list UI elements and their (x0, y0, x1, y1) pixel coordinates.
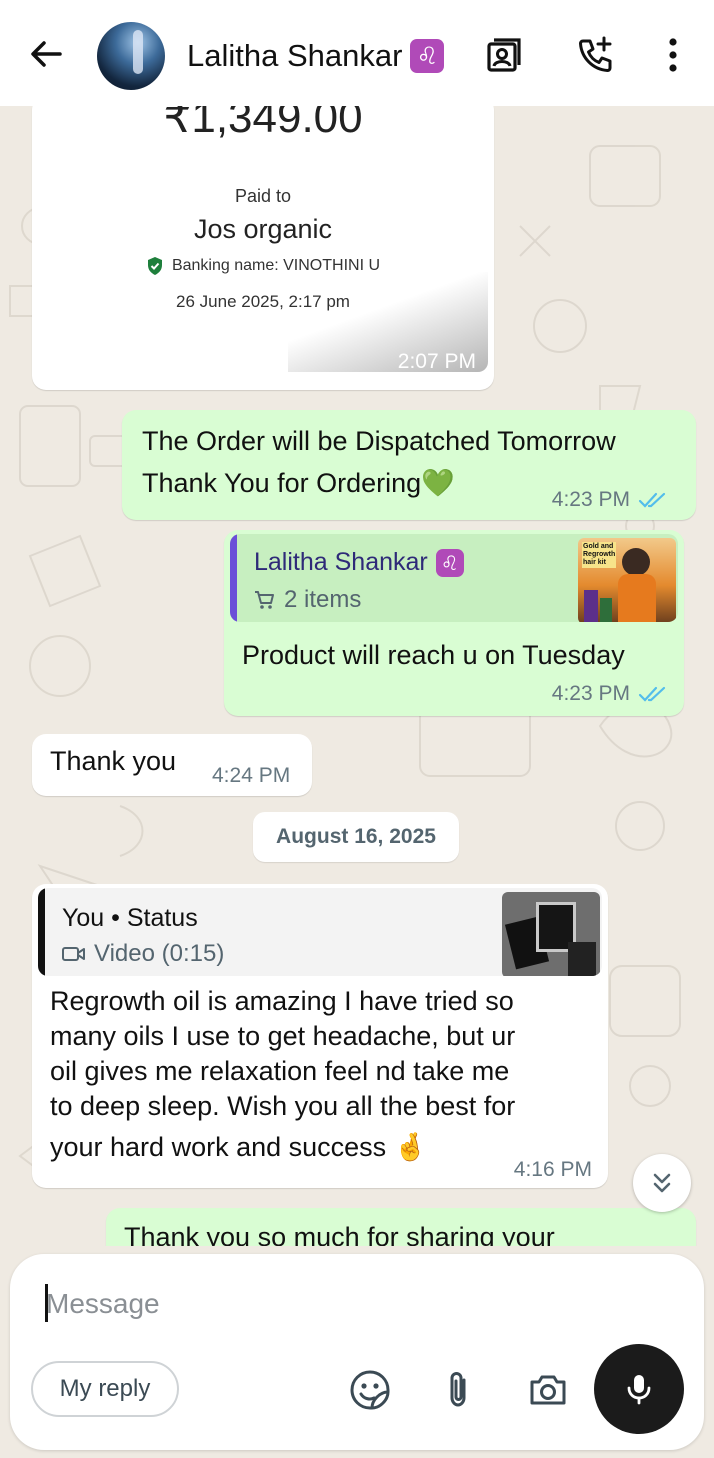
message-text-line: Thank You for Ordering💚 (142, 468, 455, 498)
thumbnail-shape (568, 942, 596, 976)
thumbnail-caption: Gold and Regrowth hair kit (582, 542, 616, 568)
message-text-line: oil gives me relaxation feel nd take me (50, 1056, 510, 1086)
product-thumbnail: Gold and Regrowth hair kit (578, 538, 676, 622)
chat-header: Lalitha Shankar ♌ (0, 0, 714, 106)
microphone-icon (627, 1375, 651, 1405)
message-bubble-outgoing[interactable]: Lalitha Shankar ♌ 2 items Gold and Regro… (224, 530, 684, 716)
message-input[interactable] (46, 1282, 646, 1326)
message-text-line: Product will reach u on Tuesday (242, 640, 625, 670)
double-chevron-down-icon (653, 1173, 671, 1193)
video-camera-icon (62, 947, 85, 961)
date-separator: August 16, 2025 (253, 812, 459, 862)
thumbnail-figure-body (618, 574, 656, 622)
reply-author-name: You • Status (62, 904, 198, 932)
verified-shield-icon (147, 257, 162, 275)
contact-title[interactable]: Lalitha Shankar ♌ (187, 38, 445, 74)
reply-quote-subtitle: 2 items (254, 586, 361, 614)
sticker-icon[interactable] (348, 1368, 392, 1412)
message-meta: 4:16 PM (514, 1158, 592, 1182)
message-time: 4:23 PM (551, 682, 630, 705)
camera-icon[interactable] (526, 1368, 570, 1412)
message-bubble-outgoing[interactable]: The Order will be Dispatched Tomorrow Th… (122, 410, 696, 520)
message-text-line: Thank you (50, 746, 177, 776)
message-time: 2:07 PM (398, 350, 476, 374)
thumbnail-bottle (600, 598, 612, 622)
contact-card-icon[interactable] (482, 34, 524, 76)
message-bubble-incoming[interactable]: Thank you 4:24 PM (32, 734, 312, 796)
message-composer: My reply (10, 1254, 704, 1450)
message-meta: 4:23 PM (552, 488, 668, 512)
read-ticks-icon (638, 686, 666, 702)
message-time: 4:24 PM (212, 764, 291, 787)
status-video-thumbnail (502, 892, 600, 976)
thumbnail-bottle (584, 590, 598, 622)
message-bubble-outgoing[interactable]: Thank you so much for sharing your (106, 1208, 696, 1246)
avatar[interactable] (97, 22, 165, 90)
reply-subtitle-text: 2 items (284, 586, 362, 613)
add-call-icon[interactable] (574, 34, 616, 76)
reply-subtitle-text: Video (0:15) (94, 940, 225, 967)
message-meta: 4:23 PM (552, 682, 668, 706)
payee-name: Jos organic (193, 214, 333, 244)
scroll-to-bottom-button[interactable] (633, 1154, 691, 1212)
message-text-line: Thank you so much for sharing your (124, 1222, 555, 1246)
message-text-line: many oils I use to get headache, but ur (50, 1021, 516, 1051)
time-text: 2:07 PM (397, 350, 476, 373)
message-bubble-incoming[interactable]: You • Status Video (0:15) Regrowth oil i… (32, 884, 608, 1188)
attachment-icon[interactable] (436, 1368, 480, 1412)
message-time: 4:16 PM (513, 1158, 592, 1181)
my-reply-button[interactable]: My reply (31, 1361, 179, 1417)
message-time: 4:23 PM (551, 488, 630, 511)
reply-quote-author: Lalitha Shankar ♌ (254, 548, 464, 577)
payment-image-message[interactable]: ₹1,349.00 Paid to Jos organic Banking na… (32, 106, 494, 390)
payment-amount: ₹1,349.00 (163, 106, 363, 142)
payment-screenshot: ₹1,349.00 Paid to Jos organic Banking na… (38, 106, 488, 372)
message-text-line: your hard work and success 🤞 (50, 1132, 428, 1162)
read-ticks-icon (638, 492, 666, 508)
message-text-line: The Order will be Dispatched Tomorrow (142, 426, 616, 456)
back-arrow-icon[interactable] (26, 34, 66, 74)
reply-quote-bar (38, 888, 45, 976)
reply-quote[interactable]: Lalitha Shankar ♌ 2 items Gold and Regro… (230, 534, 678, 622)
contact-name: Lalitha Shankar (187, 38, 403, 73)
leo-zodiac-icon: ♌ (410, 39, 445, 73)
reply-quote-subtitle: Video (0:15) (62, 940, 224, 968)
cart-icon (255, 591, 274, 609)
paid-to-label: Paid to (234, 186, 292, 206)
leo-zodiac-icon: ♌ (435, 548, 464, 577)
voice-record-button[interactable] (594, 1344, 684, 1434)
more-vertical-icon[interactable] (652, 34, 694, 76)
chat-area[interactable]: ₹1,349.00 Paid to Jos organic Banking na… (0, 106, 714, 1246)
reply-quote[interactable]: You • Status Video (0:15) (38, 888, 602, 976)
message-meta: 4:24 PM (212, 764, 290, 788)
thumbnail-figure (622, 548, 650, 576)
message-text-line: to deep sleep. Wish you all the best for (50, 1091, 516, 1121)
reply-author-name: Lalitha Shankar (254, 548, 428, 576)
reply-quote-bar (230, 534, 237, 622)
reply-quote-author: You • Status (62, 904, 198, 933)
message-text-line: Regrowth oil is amazing I have tried so (50, 986, 514, 1016)
